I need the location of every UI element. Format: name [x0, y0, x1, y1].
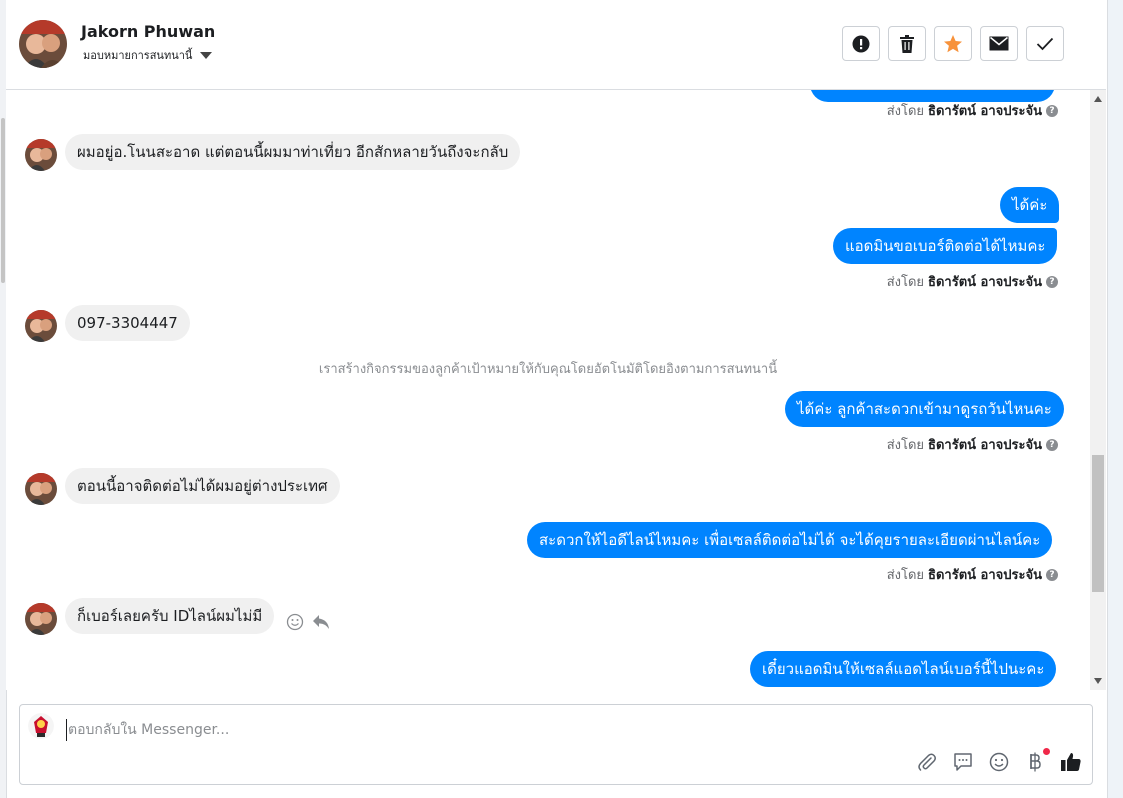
message-bubble-incoming[interactable]: ก็เบอร์เลยครับ IDไลน์ผมไม่มี [65, 598, 275, 634]
mail-icon [989, 36, 1009, 51]
scroll-up-arrow-icon[interactable] [1094, 96, 1102, 102]
notification-dot [1043, 748, 1050, 755]
contact-avatar-small [25, 139, 57, 171]
right-side-rail [1107, 0, 1123, 798]
like-button[interactable] [1060, 751, 1082, 773]
star-button[interactable] [934, 26, 972, 61]
contact-avatar-small [25, 310, 57, 342]
contact-avatar-small [25, 473, 57, 505]
composer-actions [916, 748, 1082, 773]
scroll-down-arrow-icon[interactable] [1094, 678, 1102, 684]
emoji-button[interactable] [988, 751, 1010, 773]
system-note: เราสร้างกิจกรรมของลูกค้าเป้าหมายให้กับคุ… [318, 362, 778, 377]
contact-name[interactable]: Jakorn Phuwan [81, 22, 215, 41]
sent-by-label: ส่งโดย ธิดารัตน์ อาจประจัน ? [887, 564, 1058, 585]
conversation-toolbar [842, 26, 1064, 61]
thread-scrollbar[interactable] [1090, 90, 1106, 690]
emoji-icon [989, 752, 1009, 772]
message-bubble-outgoing[interactable]: เดี๋ยวแอดมินให้เซลล์แอดไลน์เบอร์นี้ไปนะค… [750, 651, 1057, 687]
sent-by-prefix: ส่งโดย [886, 568, 925, 583]
sent-by-label: ส่งโดย ธิดารัตน์ อาจประจัน ? [887, 434, 1058, 455]
reply-icon[interactable] [312, 614, 330, 630]
attach-button[interactable] [916, 751, 938, 773]
help-icon[interactable]: ? [1046, 275, 1058, 288]
message-bubble-outgoing[interactable]: แอดมินขอเบอร์ติดต่อได้ไหมคะ [833, 228, 1058, 264]
message-actions [286, 613, 330, 631]
page-avatar [28, 713, 54, 739]
help-icon[interactable]: ? [1046, 438, 1058, 451]
sent-by-prefix: ส่งโดย [886, 275, 925, 290]
delete-button[interactable] [888, 26, 926, 61]
sent-by-prefix: ส่งโดย [886, 104, 925, 119]
message-bubble-incoming[interactable]: 097-3304447 [65, 305, 190, 341]
help-icon[interactable]: ? [1046, 568, 1058, 581]
contact-avatar-small [25, 603, 57, 635]
message-bubble-incoming[interactable]: ตอนนี้อาจติดต่อไม่ได้ผมอยู่ต่างประเทศ [65, 468, 340, 504]
mark-unread-button[interactable] [980, 26, 1018, 61]
payment-button[interactable] [1024, 748, 1050, 773]
assign-conversation-dropdown[interactable]: มอบหมายการสนทนานี้ [83, 46, 213, 64]
mark-spam-button[interactable] [842, 26, 880, 61]
message-bubble-outgoing[interactable]: ได้ค่ะ ลูกค้าสะดวกเข้ามาดูรถวันไหนคะ [785, 391, 1064, 427]
chat-bubble-icon [954, 753, 972, 771]
help-icon[interactable]: ? [1046, 104, 1058, 117]
react-smiley-icon[interactable] [286, 613, 304, 631]
sent-by-prefix: ส่งโดย [886, 438, 925, 453]
sent-by-agent: ธิดารัตน์ อาจประจัน [928, 275, 1042, 290]
sent-by-label: ส่งโดย ธิดารัตน์ อาจประจัน ? [887, 100, 1058, 121]
assign-label: มอบหมายการสนทนานี้ [83, 49, 193, 62]
star-icon [944, 34, 962, 52]
message-bubble-outgoing[interactable]: สะดวกให้ไอดีไลน์ไหมคะ เพื่อเซลล์ติดต่อไม… [527, 522, 1053, 558]
contact-avatar[interactable] [19, 20, 67, 68]
check-icon [1036, 37, 1054, 50]
chevron-down-icon [200, 52, 213, 59]
message-bubble-incoming[interactable]: ผมอยู่อ.โนนสะอาด แต่ตอนนี้ผมมาท่าเที่ยว … [65, 134, 521, 170]
sent-by-agent: ธิดารัตน์ อาจประจัน [928, 438, 1042, 453]
sent-by-agent: ธิดารัตน์ อาจประจัน [928, 568, 1042, 583]
sent-by-agent: ธิดารัตน์ อาจประจัน [928, 104, 1042, 119]
mark-done-button[interactable] [1026, 26, 1064, 61]
alert-icon [852, 35, 870, 52]
thread-scrollbar-thumb[interactable] [1092, 455, 1104, 592]
baht-icon [1030, 752, 1041, 772]
thumbs-up-icon [1061, 753, 1081, 771]
paperclip-icon [918, 753, 936, 771]
trash-icon [900, 34, 914, 53]
message-thread[interactable]: ส่งโดย ธิดารัตน์ อาจประจัน ? ผมอยู่อ.โนน… [6, 90, 1090, 690]
reply-input[interactable]: ตอบกลับใน Messenger... [66, 719, 229, 741]
message-bubble-outgoing[interactable]: ได้ค่ะ [1000, 187, 1060, 223]
reply-composer[interactable]: ตอบกลับใน Messenger... [19, 704, 1093, 785]
sent-by-label: ส่งโดย ธิดารัตน์ อาจประจัน ? [887, 271, 1058, 292]
conversation-header: Jakorn Phuwan มอบหมายการสนทนานี้ [6, 0, 1106, 90]
saved-replies-button[interactable] [952, 751, 974, 773]
left-scrollbar-thumb[interactable] [1, 118, 5, 283]
